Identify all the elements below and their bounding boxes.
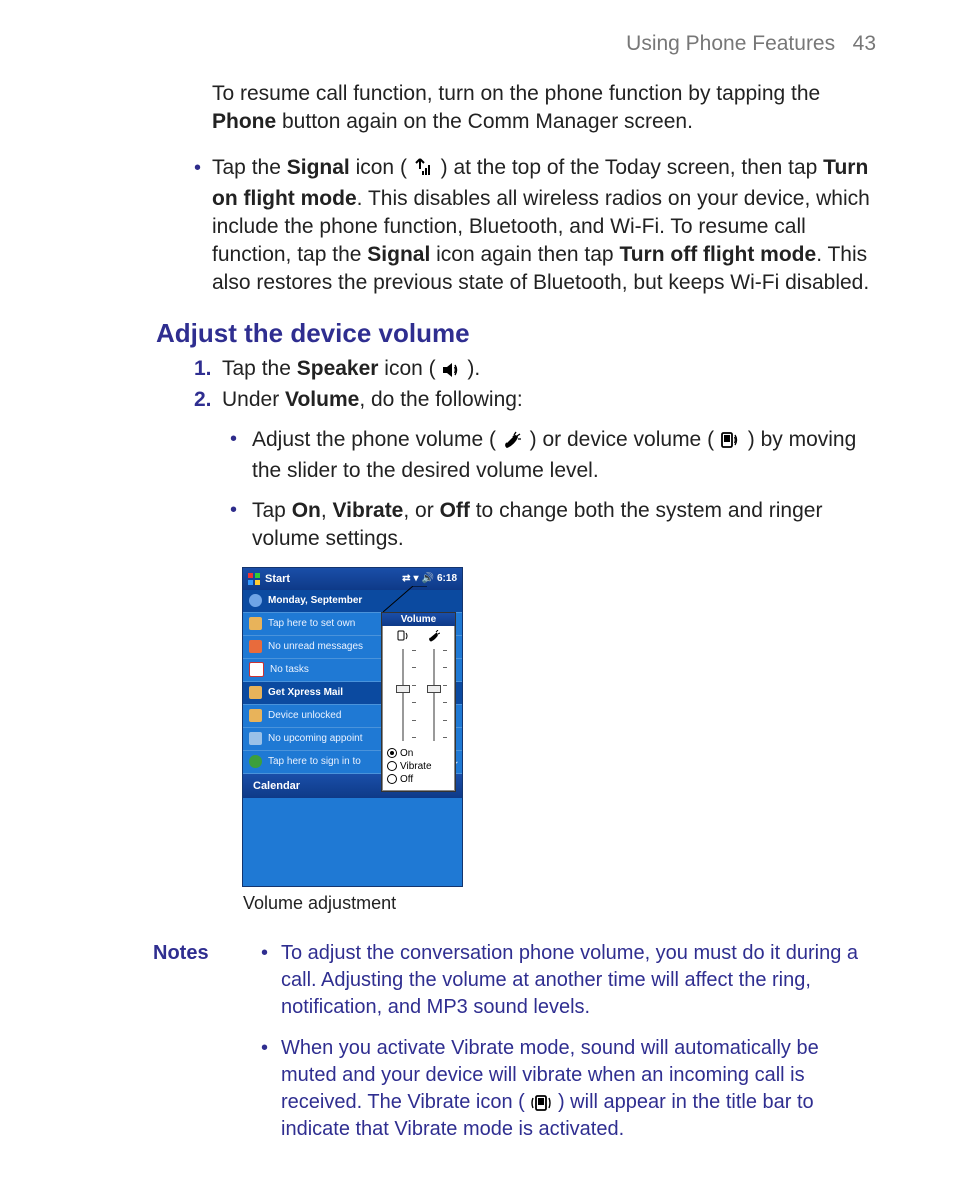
softkey-calendar[interactable]: Calendar xyxy=(253,780,300,792)
note-2: • When you activate Vibrate mode, sound … xyxy=(261,1035,876,1143)
popup-title: Volume xyxy=(382,613,455,626)
device-titlebar: Start ⇄ ▾ 🔊 6:18 xyxy=(243,568,462,590)
bold: Off xyxy=(440,499,470,522)
text: Tap xyxy=(252,499,292,522)
page-header: Using Phone Features 43 xyxy=(78,32,876,56)
row-text: Monday, September xyxy=(268,595,362,606)
row-text: No upcoming appoint xyxy=(268,733,363,744)
text: button again on the Comm Manager screen. xyxy=(276,110,693,133)
bullet-dot: • xyxy=(261,940,281,1021)
bold: Vibrate xyxy=(333,499,404,522)
clock-icon xyxy=(249,594,262,607)
row-text: Tap here to sign in to xyxy=(268,756,361,767)
signal-icon[interactable]: ▾ xyxy=(414,573,419,584)
mail-icon xyxy=(249,640,262,653)
text: Under xyxy=(222,388,285,411)
speaker-icon xyxy=(442,358,462,386)
lock-icon xyxy=(249,709,262,722)
calendar-icon xyxy=(249,732,262,745)
text: icon ( xyxy=(350,156,413,179)
list-item[interactable]: Monday, September xyxy=(243,590,462,613)
step-1: 1. Tap the Speaker icon ( ). xyxy=(194,355,876,386)
bullet-dot: • xyxy=(230,426,252,485)
phone-volume-icon xyxy=(502,429,524,457)
text: , do the following: xyxy=(359,388,522,411)
row-text: Get Xpress Mail xyxy=(268,687,343,698)
note-1: • To adjust the conversation phone volum… xyxy=(261,940,876,1021)
step-number: 1. xyxy=(194,355,222,386)
label: Vibrate xyxy=(400,760,432,773)
device-volume-slider[interactable] xyxy=(392,647,414,743)
flight-mode-bullet: • Tap the Signal icon ( ) at the top of … xyxy=(78,154,876,297)
section-title: Using Phone Features xyxy=(626,32,835,55)
step-2: 2. Under Volume, do the following: xyxy=(194,386,876,414)
bold: On xyxy=(292,499,321,522)
tasks-icon xyxy=(249,662,264,677)
step-number: 2. xyxy=(194,386,222,414)
bullet-dot: • xyxy=(230,497,252,553)
section-heading: Adjust the device volume xyxy=(156,318,876,349)
page-number: 43 xyxy=(853,32,876,55)
owner-icon xyxy=(249,617,262,630)
device-volume-icon xyxy=(397,630,409,645)
row-text: No tasks xyxy=(270,664,309,675)
text: icon ( xyxy=(378,357,441,380)
text: Adjust the phone volume ( xyxy=(252,428,502,451)
row-text: Device unlocked xyxy=(268,710,341,721)
resume-paragraph: To resume call function, turn on the pho… xyxy=(212,80,876,136)
speaker-icon[interactable]: 🔊 xyxy=(422,573,434,584)
notes-label: Notes xyxy=(153,940,261,1157)
vibrate-icon xyxy=(530,1091,558,1113)
bold: Phone xyxy=(212,110,276,133)
text: , xyxy=(321,499,333,522)
clock: 6:18 xyxy=(437,573,457,584)
sync-icon: ⇄ xyxy=(402,573,410,584)
row-text: Tap here to set own xyxy=(268,618,355,629)
volume-popup: Volume xyxy=(381,612,456,792)
radio-vibrate[interactable]: Vibrate xyxy=(387,760,450,773)
text: ) at the top of the Today screen, then t… xyxy=(441,156,824,179)
radio-off[interactable]: Off xyxy=(387,773,450,786)
signin-icon xyxy=(249,755,262,768)
bold: Signal xyxy=(287,156,350,179)
bold: Volume xyxy=(285,388,359,411)
text: , or xyxy=(403,499,439,522)
note-text: To adjust the conversation phone volume,… xyxy=(281,940,876,1021)
label: On xyxy=(400,747,413,760)
start-label[interactable]: Start xyxy=(265,573,290,585)
text: To resume call function, turn on the pho… xyxy=(212,82,820,105)
device-screenshot: Start ⇄ ▾ 🔊 6:18 Monday, September Tap h… xyxy=(242,567,463,887)
sub-bullet-a: • Adjust the phone volume ( ) or device … xyxy=(230,426,876,485)
device-volume-icon xyxy=(720,429,742,457)
sub-bullet-b: • Tap On, Vibrate, or Off to change both… xyxy=(230,497,876,553)
text: icon again then tap xyxy=(430,243,619,266)
phone-volume-icon xyxy=(428,630,440,645)
bold: Speaker xyxy=(297,357,379,380)
notes-block: Notes • To adjust the conversation phone… xyxy=(78,940,876,1157)
figure-caption: Volume adjustment xyxy=(243,893,876,914)
bold: Turn off flight mode xyxy=(619,243,816,266)
text: ). xyxy=(467,357,480,380)
text: ) or device volume ( xyxy=(530,428,720,451)
bullet-dot: • xyxy=(261,1035,281,1143)
text: Tap the xyxy=(222,357,297,380)
bold: Signal xyxy=(367,243,430,266)
xpress-icon xyxy=(249,686,262,699)
windows-flag-icon xyxy=(248,573,260,585)
radio-on[interactable]: On xyxy=(387,747,450,760)
phone-volume-slider[interactable] xyxy=(423,647,445,743)
row-text: No unread messages xyxy=(268,641,363,652)
text: Tap the xyxy=(212,156,287,179)
label: Off xyxy=(400,773,413,786)
signal-icon xyxy=(413,157,435,185)
bullet-dot: • xyxy=(194,154,212,297)
